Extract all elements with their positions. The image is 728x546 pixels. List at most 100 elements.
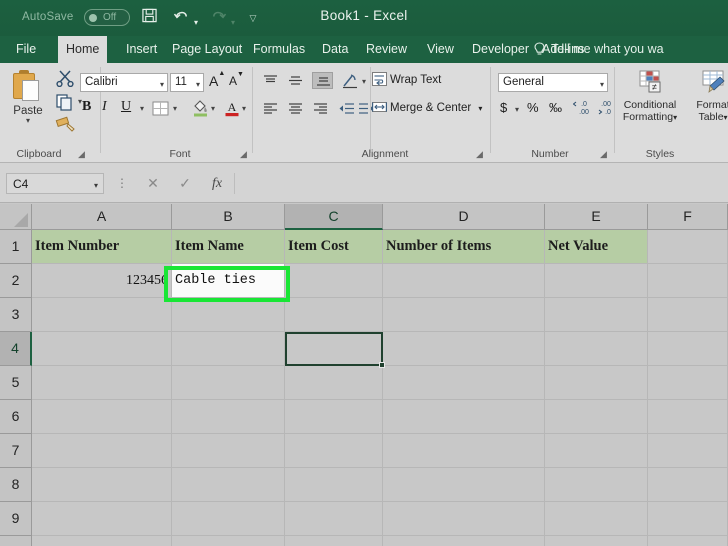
row-header-8[interactable]: 8 [0,468,32,502]
align-left-icon[interactable] [262,102,279,115]
fill-color-icon[interactable] [192,99,209,117]
font-name-input[interactable]: Calibri ▾ [80,73,168,92]
borders-icon[interactable] [152,101,169,116]
cell-c4[interactable] [285,332,383,366]
merge-center-caret-icon[interactable]: ▾ [478,104,482,113]
tab-home[interactable]: Home [58,36,108,63]
name-box-caret-icon[interactable]: ▾ [94,181,98,190]
increase-font-size-icon[interactable]: A ▲ [209,70,225,89]
cell-d4[interactable] [383,332,545,366]
row-header-4[interactable]: 4 [0,332,32,366]
cell-b2[interactable]: Cable ties [172,264,285,298]
formula-input[interactable] [234,173,724,194]
row-header-2[interactable]: 2 [0,264,32,298]
format-as-table-button[interactable]: Format Table▾ [684,68,728,124]
cell-a8[interactable] [32,468,172,502]
cell-c10[interactable] [285,536,383,546]
cell-b7[interactable] [172,434,285,468]
cell-f3[interactable] [648,298,728,332]
cell-b8[interactable] [172,468,285,502]
tab-insert[interactable]: Insert [118,36,165,63]
cell-d10[interactable] [383,536,545,546]
cell-d8[interactable] [383,468,545,502]
cell-a7[interactable] [32,434,172,468]
row-header-6[interactable]: 6 [0,400,32,434]
cancel-formula-icon[interactable]: ✕ [140,174,166,193]
number-format-caret-icon[interactable]: ▾ [600,80,604,89]
orientation-icon[interactable] [341,73,360,89]
cell-d2[interactable] [383,264,545,298]
underline-dropdown-caret-icon[interactable]: ▾ [140,104,144,113]
cell-c5[interactable] [285,366,383,400]
column-header-e[interactable]: E [545,204,648,230]
cell-e9[interactable] [545,502,648,536]
wrap-text-button[interactable]: Wrap Text [372,72,441,89]
cell-c7[interactable] [285,434,383,468]
cell-e2[interactable] [545,264,648,298]
paste-button[interactable]: Paste ▾ [6,68,50,142]
cell-b4[interactable] [172,332,285,366]
cell-e5[interactable] [545,366,648,400]
cell-f1[interactable] [648,230,728,264]
tab-formulas[interactable]: Formulas [245,36,313,63]
cell-b10[interactable] [172,536,285,546]
cell-b1[interactable]: Item Name [172,230,285,264]
column-header-b[interactable]: B [172,204,285,230]
align-right-icon[interactable] [312,102,329,115]
format-painter-icon[interactable] [55,116,77,134]
row-header-9[interactable]: 9 [0,502,32,536]
cell-e10[interactable] [545,536,648,546]
cell-c9[interactable] [285,502,383,536]
cell-c2[interactable] [285,264,383,298]
row-header-1[interactable]: 1 [0,230,32,264]
cell-a9[interactable] [32,502,172,536]
cell-e3[interactable] [545,298,648,332]
cell-d3[interactable] [383,298,545,332]
formula-bar-grip[interactable]: ⋮ [116,176,128,190]
cell-d5[interactable] [383,366,545,400]
cell-e4[interactable] [545,332,648,366]
cut-icon[interactable] [55,69,75,88]
cell-b5[interactable] [172,366,285,400]
insert-function-icon[interactable]: fx [204,174,230,193]
fill-handle[interactable] [379,362,385,368]
format-as-table-caret-icon[interactable]: ▾ [724,113,728,122]
column-header-a[interactable]: A [32,204,172,230]
decrease-decimal-icon[interactable]: .00 .0 [597,98,619,121]
borders-dropdown-caret-icon[interactable]: ▾ [173,104,177,113]
cell-b6[interactable] [172,400,285,434]
currency-format-button[interactable]: $ [500,100,507,115]
cell-f4[interactable] [648,332,728,366]
cell-c6[interactable] [285,400,383,434]
comma-format-button[interactable]: ‰ [549,100,562,115]
row-header-7[interactable]: 7 [0,434,32,468]
cell-d1[interactable]: Number of Items [383,230,545,264]
copy-icon[interactable] [55,93,75,111]
cell-c3[interactable] [285,298,383,332]
tab-view[interactable]: View [419,36,462,63]
column-header-d[interactable]: D [383,204,545,230]
font-name-caret-icon[interactable]: ▾ [160,80,164,89]
fill-color-dropdown-caret-icon[interactable]: ▾ [211,104,215,113]
tell-me-search[interactable]: Tell me what you wa [551,36,664,63]
cell-e1[interactable]: Net Value [545,230,648,264]
conditional-formatting-button[interactable]: ≠ Conditional Formatting▾ [621,68,679,124]
cell-a3[interactable] [32,298,172,332]
cell-a6[interactable] [32,400,172,434]
underline-button[interactable]: U [121,99,131,115]
align-top-icon[interactable] [262,74,279,87]
select-all-corner[interactable] [0,204,32,230]
cell-d9[interactable] [383,502,545,536]
paste-dropdown-caret-icon[interactable]: ▾ [6,116,50,125]
cell-f9[interactable] [648,502,728,536]
cell-e8[interactable] [545,468,648,502]
font-color-icon[interactable]: A [224,99,240,117]
font-dialog-launcher[interactable]: ◢ [240,150,249,159]
bold-button[interactable]: B [82,99,91,115]
cell-a4[interactable] [32,332,172,366]
percent-format-button[interactable]: % [527,100,539,115]
align-center-icon[interactable] [287,102,304,115]
cell-f8[interactable] [648,468,728,502]
cell-e7[interactable] [545,434,648,468]
decrease-indent-icon[interactable] [338,102,355,115]
